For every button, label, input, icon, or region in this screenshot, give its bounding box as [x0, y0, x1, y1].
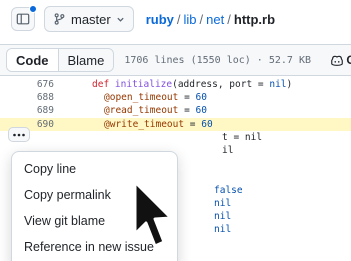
line-number[interactable]: 676	[0, 79, 66, 90]
breadcrumb-net[interactable]: net	[206, 12, 224, 27]
constant-nil: nil	[214, 224, 232, 236]
code-line-highlighted: 690 @write_timeout = 60	[0, 117, 351, 131]
copilot-button[interactable]: C	[330, 53, 351, 67]
breadcrumb-file: http.rb	[233, 11, 276, 27]
constant-false: false	[214, 184, 243, 196]
code-text: =	[184, 118, 202, 130]
branch-icon	[54, 13, 65, 25]
copilot-label: C	[346, 53, 351, 67]
code-text: =	[178, 92, 196, 104]
breadcrumb-separator: /	[176, 11, 181, 27]
number-literal: 60	[195, 105, 207, 117]
breadcrumb-repo[interactable]: ruby	[146, 12, 174, 27]
breadcrumb-separator: /	[227, 11, 231, 27]
file-toolbar: Code Blame 1706 lines (1550 loc) · 52.7 …	[0, 44, 351, 76]
top-bar: master ruby / lib / net / http.rb	[0, 0, 351, 38]
number-literal: 60	[201, 118, 213, 130]
sidebar-toggle-icon	[16, 13, 30, 25]
line-number[interactable]: 689	[0, 105, 66, 116]
breadcrumb-separator: /	[199, 11, 204, 27]
breadcrumb-lib[interactable]: lib	[184, 12, 197, 27]
branch-selector[interactable]: master	[44, 6, 134, 32]
code-text: =	[178, 105, 196, 117]
constant-nil: nil	[214, 197, 232, 209]
constant-nil: nil	[214, 210, 232, 222]
view-mode-toggle: Code Blame	[6, 48, 115, 72]
code-line: 676 def initialize (address, port = nil)	[0, 78, 351, 91]
code-line: t = nil	[0, 131, 351, 144]
file-info: 1706 lines (1550 loc) · 52.7 KB	[124, 54, 311, 66]
line-number[interactable]: 688	[0, 92, 66, 103]
code-line: 689 @read_timeout = 60	[0, 104, 351, 117]
mouse-cursor	[133, 180, 173, 248]
code-line: 688 @open_timeout = 60	[0, 91, 351, 104]
line-options-button[interactable]	[8, 127, 30, 142]
tab-code[interactable]: Code	[7, 49, 59, 71]
code-text: t = nil	[222, 131, 263, 143]
code-text: il	[222, 145, 234, 157]
constant-nil: nil	[269, 79, 287, 91]
copilot-icon	[331, 55, 344, 66]
kebab-icon	[13, 133, 25, 136]
sidebar-toggle-button[interactable]	[11, 5, 37, 31]
keyword: def	[92, 79, 110, 91]
tab-blame[interactable]: Blame	[58, 49, 114, 71]
function-name: initialize	[114, 79, 173, 91]
instance-variable: @open_timeout	[104, 92, 179, 104]
instance-variable: @read_timeout	[104, 105, 179, 117]
code-text: (address, port =	[172, 79, 270, 91]
instance-variable: @write_timeout	[104, 118, 185, 130]
breadcrumb: ruby / lib / net / http.rb	[146, 12, 275, 27]
chevron-down-icon	[117, 17, 124, 22]
number-literal: 60	[195, 92, 207, 104]
branch-name: master	[71, 11, 111, 27]
notification-dot	[29, 5, 37, 13]
code-text: )	[286, 79, 293, 91]
